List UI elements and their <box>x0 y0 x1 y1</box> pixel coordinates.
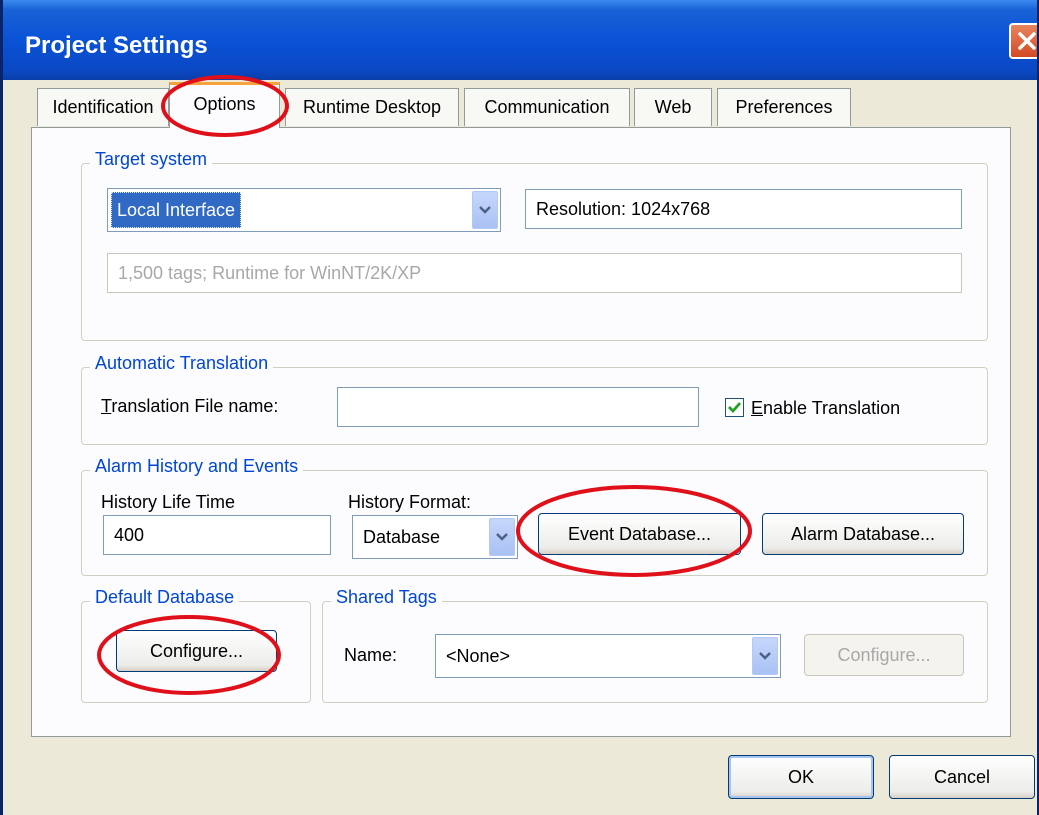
history-format-value: Database <box>363 526 441 547</box>
checkmark-icon <box>728 402 742 414</box>
default-database-configure-button[interactable]: Configure... <box>116 630 277 672</box>
window-title: Project Settings <box>25 32 208 59</box>
tab-runtime-desktop[interactable]: Runtime Desktop <box>285 88 459 126</box>
project-settings-dialog: Project Settings Identification Options … <box>0 0 1039 815</box>
default-database-legend: Default Database <box>90 587 240 608</box>
enable-translation-label[interactable]: Enable Translation <box>751 398 900 419</box>
history-format-label: History Format: <box>348 492 472 512</box>
chevron-down-icon[interactable] <box>472 191 498 229</box>
resolution-field: Resolution: 1024x768 <box>525 189 962 229</box>
alarm-history-legend: Alarm History and Events <box>90 456 304 477</box>
shared-tags-name-select[interactable]: <None> <box>435 634 781 678</box>
chevron-down-icon[interactable] <box>752 637 778 675</box>
tab-web[interactable]: Web <box>634 88 712 126</box>
chevron-down-icon[interactable] <box>489 518 515 556</box>
shared-tags-legend: Shared Tags <box>331 587 442 608</box>
title-bar[interactable]: Project Settings <box>3 0 1037 80</box>
translation-file-label: Translation File name: <box>101 396 279 416</box>
shared-tags-name-value: <None> <box>446 645 511 666</box>
event-database-button[interactable]: Event Database... <box>538 513 741 555</box>
close-button[interactable] <box>1009 23 1037 59</box>
shared-tags-configure-button[interactable]: Configure... <box>804 634 964 676</box>
history-format-select[interactable]: Database <box>352 515 518 559</box>
translation-file-input[interactable] <box>337 387 699 427</box>
automatic-translation-legend: Automatic Translation <box>90 353 274 374</box>
history-life-time-label: History Life Time <box>101 492 236 512</box>
shared-tags-name-label: Name: <box>344 645 398 665</box>
tab-options[interactable]: Options <box>169 82 280 128</box>
alarm-database-button[interactable]: Alarm Database... <box>762 513 964 555</box>
ok-button[interactable]: OK <box>728 755 874 799</box>
tab-communication[interactable]: Communication <box>464 88 630 126</box>
enable-translation-checkbox[interactable] <box>725 398 744 417</box>
tab-preferences[interactable]: Preferences <box>717 88 851 126</box>
platform-value: Local Interface <box>111 192 242 228</box>
target-description-field: 1,500 tags; Runtime for WinNT/2K/XP <box>107 253 962 293</box>
history-life-time-input[interactable]: 400 <box>103 515 331 555</box>
platform-select[interactable]: Local Interface <box>107 188 501 232</box>
cancel-button[interactable]: Cancel <box>889 755 1035 799</box>
target-system-legend: Target system <box>90 149 213 170</box>
tab-identification[interactable]: Identification <box>37 88 169 126</box>
